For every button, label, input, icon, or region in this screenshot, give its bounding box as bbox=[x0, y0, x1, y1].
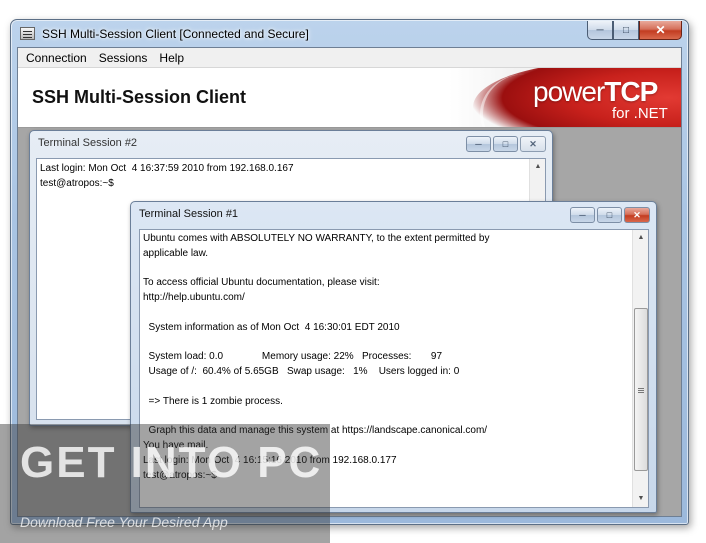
menu-bar: Connection Sessions Help bbox=[18, 48, 681, 68]
menu-sessions[interactable]: Sessions bbox=[93, 51, 154, 65]
app-icon bbox=[20, 27, 35, 40]
logo-text-power: power bbox=[533, 76, 605, 107]
scroll-up-arrow-icon[interactable]: ▲ bbox=[633, 230, 648, 246]
session-1-close-button[interactable]: ✕ bbox=[624, 207, 650, 223]
minimize-icon: ─ bbox=[596, 24, 604, 36]
session-2-maximize-button[interactable]: □ bbox=[493, 136, 518, 152]
logo-subtext: for .NET bbox=[612, 105, 668, 122]
session-2-caption-buttons: ─ □ ✕ bbox=[466, 136, 546, 152]
close-icon: ✕ bbox=[655, 23, 666, 37]
banner: SSH Multi-Session Client powerTCP for .N… bbox=[18, 68, 681, 128]
terminal-line: System information as of Mon Oct 4 16:30… bbox=[143, 321, 400, 333]
menu-help[interactable]: Help bbox=[153, 51, 190, 65]
close-icon: ✕ bbox=[633, 209, 641, 220]
minimize-icon: ─ bbox=[579, 210, 586, 220]
terminal-line: applicable law. bbox=[143, 247, 209, 259]
caption-buttons: ─ □ ✕ bbox=[587, 21, 682, 41]
watermark-text: GET INTO PC bbox=[20, 438, 323, 487]
terminal-line: To access official Ubuntu documentation,… bbox=[143, 277, 380, 289]
terminal-line: => There is 1 zombie process. bbox=[143, 395, 283, 407]
terminal-line: Last login: Mon Oct 4 16:37:59 2010 from… bbox=[40, 163, 294, 174]
minimize-button[interactable]: ─ bbox=[587, 21, 613, 40]
logo-text: powerTCP bbox=[533, 76, 658, 108]
maximize-icon: □ bbox=[622, 24, 630, 36]
terminal-line: test@atropos:~$ bbox=[40, 177, 114, 189]
terminal-line: Usage of /: 60.4% of 5.65GB Swap usage: … bbox=[143, 366, 460, 378]
close-button[interactable]: ✕ bbox=[639, 21, 682, 40]
terminal-line: http://help.ubuntu.com/ bbox=[143, 292, 245, 304]
terminal-line: System load: 0.0 Memory usage: 22% Proce… bbox=[143, 351, 443, 363]
scroll-grip-icon bbox=[638, 387, 644, 389]
terminal-line: Ubuntu comes with ABSOLUTELY NO WARRANTY… bbox=[143, 233, 490, 244]
window-title: SSH Multi-Session Client [Connected and … bbox=[42, 27, 309, 41]
terminal-session-1-title: Terminal Session #1 bbox=[139, 208, 239, 220]
session-1-maximize-button[interactable]: □ bbox=[597, 207, 622, 223]
session-1-minimize-button[interactable]: ─ bbox=[570, 207, 595, 223]
terminal-session-2-title: Terminal Session #2 bbox=[38, 137, 138, 149]
title-bar[interactable]: SSH Multi-Session Client [Connected and … bbox=[11, 20, 688, 48]
scroll-thumb[interactable] bbox=[634, 308, 648, 471]
logo-text-tcp: TCP bbox=[604, 76, 658, 107]
scroll-down-arrow-icon[interactable]: ▼ bbox=[633, 491, 648, 507]
session-1-caption-buttons: ─ □ ✕ bbox=[570, 207, 650, 223]
scroll-up-arrow-icon[interactable]: ▲ bbox=[530, 159, 545, 175]
session-2-minimize-button[interactable]: ─ bbox=[466, 136, 491, 152]
maximize-icon: □ bbox=[606, 210, 613, 220]
maximize-button[interactable]: □ bbox=[613, 21, 639, 40]
watermark-subtext: Download Free Your Desired App bbox=[20, 514, 228, 530]
minimize-icon: ─ bbox=[475, 139, 482, 149]
menu-connection[interactable]: Connection bbox=[20, 51, 93, 65]
banner-title: SSH Multi-Session Client bbox=[32, 87, 247, 107]
maximize-icon: □ bbox=[502, 139, 509, 149]
close-icon: ✕ bbox=[529, 138, 537, 149]
session-1-scrollbar[interactable]: ▲ ▼ bbox=[632, 230, 648, 507]
session-2-close-button[interactable]: ✕ bbox=[520, 136, 546, 152]
